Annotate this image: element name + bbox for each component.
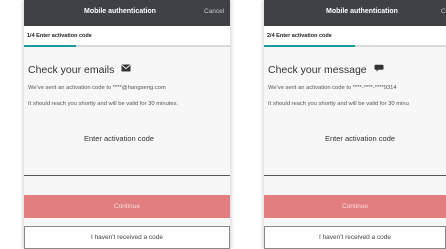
activation-code-input[interactable] — [264, 175, 446, 176]
page-heading: Check your emails — [28, 64, 131, 76]
continue-button[interactable]: Continue — [264, 195, 446, 218]
no-code-button[interactable]: I haven't received a code — [24, 226, 230, 249]
title-bar: Mobile authentication C — [264, 0, 446, 26]
activation-code-label: Enter activation code — [325, 134, 396, 143]
no-code-button[interactable]: I haven't received a code — [264, 226, 446, 249]
sent-to-text: We've sent an activation code to ****-**… — [268, 85, 397, 91]
validity-text: It should reach you shortly and will be … — [28, 101, 179, 107]
activation-code-label: Enter activation code — [84, 134, 155, 143]
step-indicator: 2/4 Enter activation code — [264, 26, 446, 46]
activation-code-input[interactable] — [24, 175, 230, 176]
content-area: Check your emails We've sent an activati… — [24, 47, 230, 249]
content-area: Check your message We've sent an activat… — [264, 47, 446, 249]
screen-title: Mobile authentication — [326, 8, 398, 15]
step-label: 2/4 Enter activation code — [267, 33, 332, 39]
heading-text: Check your emails — [28, 64, 115, 76]
heading-text: Check your message — [268, 64, 367, 76]
sms-verification-screen: Mobile authentication C 2/4 Enter activa… — [264, 0, 446, 249]
message-bubble-icon — [374, 63, 384, 75]
step-indicator: 1/4 Enter activation code — [24, 26, 230, 46]
cancel-button[interactable]: Cancel — [204, 8, 224, 15]
step-label: 1/4 Enter activation code — [27, 33, 92, 39]
title-bar: Mobile authentication Cancel — [24, 0, 230, 26]
cancel-button[interactable]: C — [441, 8, 446, 15]
page-heading: Check your message — [268, 64, 384, 76]
sent-to-text: We've sent an activation code to ****@ha… — [28, 85, 166, 91]
screen-title: Mobile authentication — [84, 8, 156, 15]
continue-button[interactable]: Continue — [24, 195, 230, 218]
email-verification-screen: Mobile authentication Cancel 1/4 Enter a… — [24, 0, 230, 249]
validity-text: It should reach you shortly and will be … — [268, 101, 409, 107]
envelope-icon — [121, 63, 131, 75]
stage: Mobile authentication Cancel 1/4 Enter a… — [0, 0, 446, 249]
